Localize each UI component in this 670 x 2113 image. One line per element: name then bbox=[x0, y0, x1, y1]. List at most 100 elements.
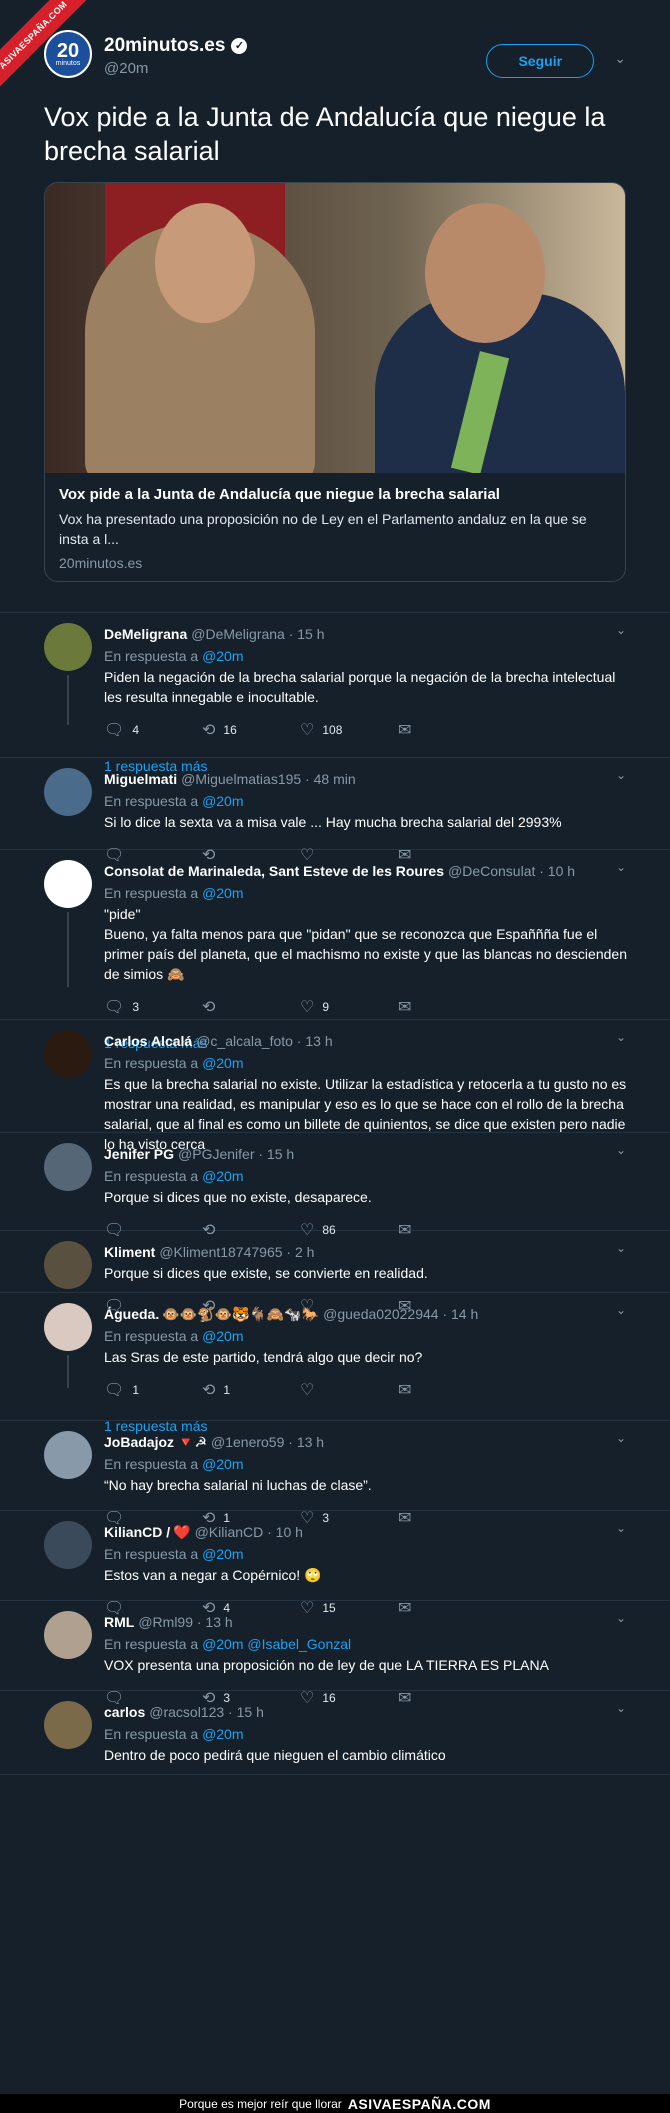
avatar[interactable] bbox=[44, 1241, 92, 1289]
reply-to-link[interactable]: @20m bbox=[202, 1546, 243, 1562]
reply-to-link[interactable]: @Isabel_Gonzal bbox=[247, 1636, 351, 1652]
reply-icon: 🗨 bbox=[104, 722, 125, 739]
chevron-down-icon[interactable]: ⌄ bbox=[616, 1431, 626, 1445]
dm-button[interactable]: ✉ bbox=[398, 997, 496, 1017]
link-card[interactable]: Vox pide a la Junta de Andalucía que nie… bbox=[44, 182, 626, 582]
reply-header: Águeda. 🐵🐵🐒🐵🐯🐐🙈🐄🐎 @gueda02022944 · 14 h bbox=[104, 1303, 630, 1325]
avatar[interactable] bbox=[44, 1611, 92, 1659]
dm-button[interactable]: ✉ bbox=[398, 1380, 496, 1400]
avatar-word: minutos bbox=[55, 59, 81, 67]
avatar[interactable] bbox=[44, 860, 92, 908]
chevron-down-icon[interactable]: ⌄ bbox=[616, 1611, 626, 1625]
avatar-number: 20 bbox=[56, 39, 80, 62]
action-count: 108 bbox=[322, 723, 343, 737]
chevron-down-icon[interactable]: ⌄ bbox=[616, 1241, 626, 1255]
reply-author-handle[interactable]: @KilianCD · 10 h bbox=[195, 1524, 303, 1540]
avatar[interactable]: 20 minutos bbox=[44, 30, 92, 78]
reply-author-name[interactable]: Jenifer PG bbox=[104, 1146, 174, 1162]
reply-icon: 🗨 bbox=[104, 999, 125, 1016]
chevron-down-icon[interactable]: ⌄ bbox=[616, 1303, 626, 1317]
reply-author-name[interactable]: Miguelmati bbox=[104, 771, 177, 787]
chevron-down-icon[interactable]: ⌄ bbox=[614, 50, 626, 67]
card-domain: 20minutos.es bbox=[59, 555, 143, 571]
reply-author-handle[interactable]: @DeMeligrana · 15 h bbox=[191, 626, 324, 642]
like-button[interactable]: ♡ 9 bbox=[300, 997, 398, 1017]
reply-to-link[interactable]: @20m bbox=[202, 1456, 243, 1472]
reply-author-name[interactable]: KilianCD / bbox=[104, 1524, 170, 1540]
chevron-down-icon[interactable]: ⌄ bbox=[616, 1701, 626, 1715]
reply-author-handle[interactable]: @gueda02022944 · 14 h bbox=[323, 1306, 478, 1322]
chevron-down-icon[interactable]: ⌄ bbox=[616, 1143, 626, 1157]
reply-to-link[interactable]: @20m bbox=[202, 648, 243, 664]
avatar[interactable] bbox=[44, 1143, 92, 1191]
author-handle[interactable]: @20m bbox=[104, 60, 486, 77]
avatar[interactable] bbox=[44, 1701, 92, 1749]
card-image[interactable] bbox=[45, 183, 625, 473]
reply-to-link[interactable]: @20m bbox=[202, 1636, 243, 1652]
reply-author-name[interactable]: Consolat de Marinaleda, Sant Esteve de l… bbox=[104, 863, 444, 879]
reply-author-handle[interactable]: @PGJenifer · 15 h bbox=[178, 1146, 294, 1162]
retweet-button[interactable]: ⟲ 1 bbox=[202, 1380, 300, 1400]
reply-header: JoBadajoz 🔻☭ @1enero59 · 13 h bbox=[104, 1431, 630, 1453]
avatar[interactable] bbox=[44, 1521, 92, 1569]
card-title[interactable]: Vox pide a la Junta de Andalucía que nie… bbox=[59, 485, 611, 505]
reply-author-name[interactable]: Águeda. bbox=[104, 1306, 159, 1322]
reply-author-handle[interactable]: @DeConsulat · 10 h bbox=[448, 863, 575, 879]
reply-to-link[interactable]: @20m bbox=[202, 1055, 243, 1071]
avatar[interactable] bbox=[44, 768, 92, 816]
retweet-button[interactable]: ⟲ bbox=[202, 997, 300, 1017]
reply-tweet: Águeda. 🐵🐵🐒🐵🐯🐐🙈🐄🐎 @gueda02022944 · 14 h ⌄ En… bbox=[0, 1293, 670, 1434]
reply-author-emoji: 🐵🐵🐒🐵🐯🐐🙈🐄🐎 bbox=[162, 1305, 320, 1322]
avatar[interactable] bbox=[44, 1030, 92, 1078]
in-reply-label: En respuesta a bbox=[104, 1456, 199, 1472]
reply-author-handle[interactable]: @Kliment18747965 · 2 h bbox=[159, 1244, 314, 1260]
reply-tweet: Consolat de Marinaleda, Sant Esteve de l… bbox=[0, 850, 670, 1051]
reply-button[interactable]: 🗨 4 bbox=[104, 720, 202, 740]
reply-button[interactable]: 🗨 3 bbox=[104, 997, 202, 1017]
like-button[interactable]: ♡ bbox=[300, 1380, 398, 1400]
follow-button[interactable]: Seguir bbox=[486, 44, 595, 78]
action-count: 16 bbox=[223, 723, 237, 737]
footer-text: Porque es mejor reír que llorar bbox=[179, 2096, 342, 2111]
avatar[interactable] bbox=[44, 1431, 92, 1479]
avatar[interactable] bbox=[44, 623, 92, 671]
reply-author-handle[interactable]: @Rml99 · 13 h bbox=[138, 1614, 232, 1630]
chevron-down-icon[interactable]: ⌄ bbox=[616, 768, 626, 782]
dm-button[interactable]: ✉ bbox=[398, 720, 496, 740]
avatar[interactable] bbox=[44, 1303, 92, 1351]
action-count: 1 bbox=[132, 1383, 139, 1397]
author-name-row[interactable]: 20minutos.es ✓ bbox=[104, 35, 486, 57]
retweet-icon: ⟲ bbox=[202, 999, 216, 1016]
reply-to-link[interactable]: @20m bbox=[202, 1328, 243, 1344]
like-button[interactable]: ♡ 108 bbox=[300, 720, 398, 740]
reply-author-name[interactable]: Carlos Alcalá bbox=[104, 1033, 192, 1049]
in-reply-to: En respuesta a @20m bbox=[104, 1723, 630, 1745]
reply-author-handle[interactable]: @Miguelmatias195 · 48 min bbox=[181, 771, 356, 787]
reply-author-name[interactable]: Kliment bbox=[104, 1244, 155, 1260]
reply-to-link[interactable]: @20m bbox=[202, 885, 243, 901]
reply-to-link[interactable]: @20m bbox=[202, 1726, 243, 1742]
reply-to-link[interactable]: @20m bbox=[202, 1168, 243, 1184]
reply-button[interactable]: 🗨 1 bbox=[104, 1380, 202, 1400]
author-name[interactable]: 20minutos.es bbox=[104, 35, 225, 57]
in-reply-label: En respuesta a bbox=[104, 1726, 199, 1742]
reply-text: Porque si dices que no existe, desaparec… bbox=[104, 1189, 372, 1205]
chevron-down-icon[interactable]: ⌄ bbox=[616, 1521, 626, 1535]
tweet-actions: 🗨 4 ⟲ 16 ♡ 108 ✉ bbox=[104, 713, 630, 747]
retweet-button[interactable]: ⟲ 16 bbox=[202, 720, 300, 740]
reply-author-name[interactable]: DeMeligrana bbox=[104, 626, 187, 642]
reply-author-handle[interactable]: @c_alcala_foto · 13 h bbox=[196, 1033, 332, 1049]
chevron-down-icon[interactable]: ⌄ bbox=[616, 623, 626, 637]
reply-text: Estos van a negar a Copérnico! 🙄 bbox=[104, 1567, 322, 1583]
chevron-down-icon[interactable]: ⌄ bbox=[616, 1030, 626, 1044]
in-reply-to: En respuesta a @20m bbox=[104, 1052, 630, 1074]
reply-author-name[interactable]: RML bbox=[104, 1614, 134, 1630]
reply-author-name[interactable]: JoBadajoz bbox=[104, 1434, 174, 1450]
reply-to-link[interactable]: @20m bbox=[202, 793, 243, 809]
chevron-down-icon[interactable]: ⌄ bbox=[616, 860, 626, 874]
reply-author-name[interactable]: carlos bbox=[104, 1704, 145, 1720]
reply-author-handle[interactable]: @racsol123 · 15 h bbox=[149, 1704, 264, 1720]
card-description: Vox ha presentado una proposición no de … bbox=[59, 511, 587, 547]
in-reply-to: En respuesta a @20m bbox=[104, 1453, 630, 1475]
reply-author-handle[interactable]: @1enero59 · 13 h bbox=[211, 1434, 324, 1450]
